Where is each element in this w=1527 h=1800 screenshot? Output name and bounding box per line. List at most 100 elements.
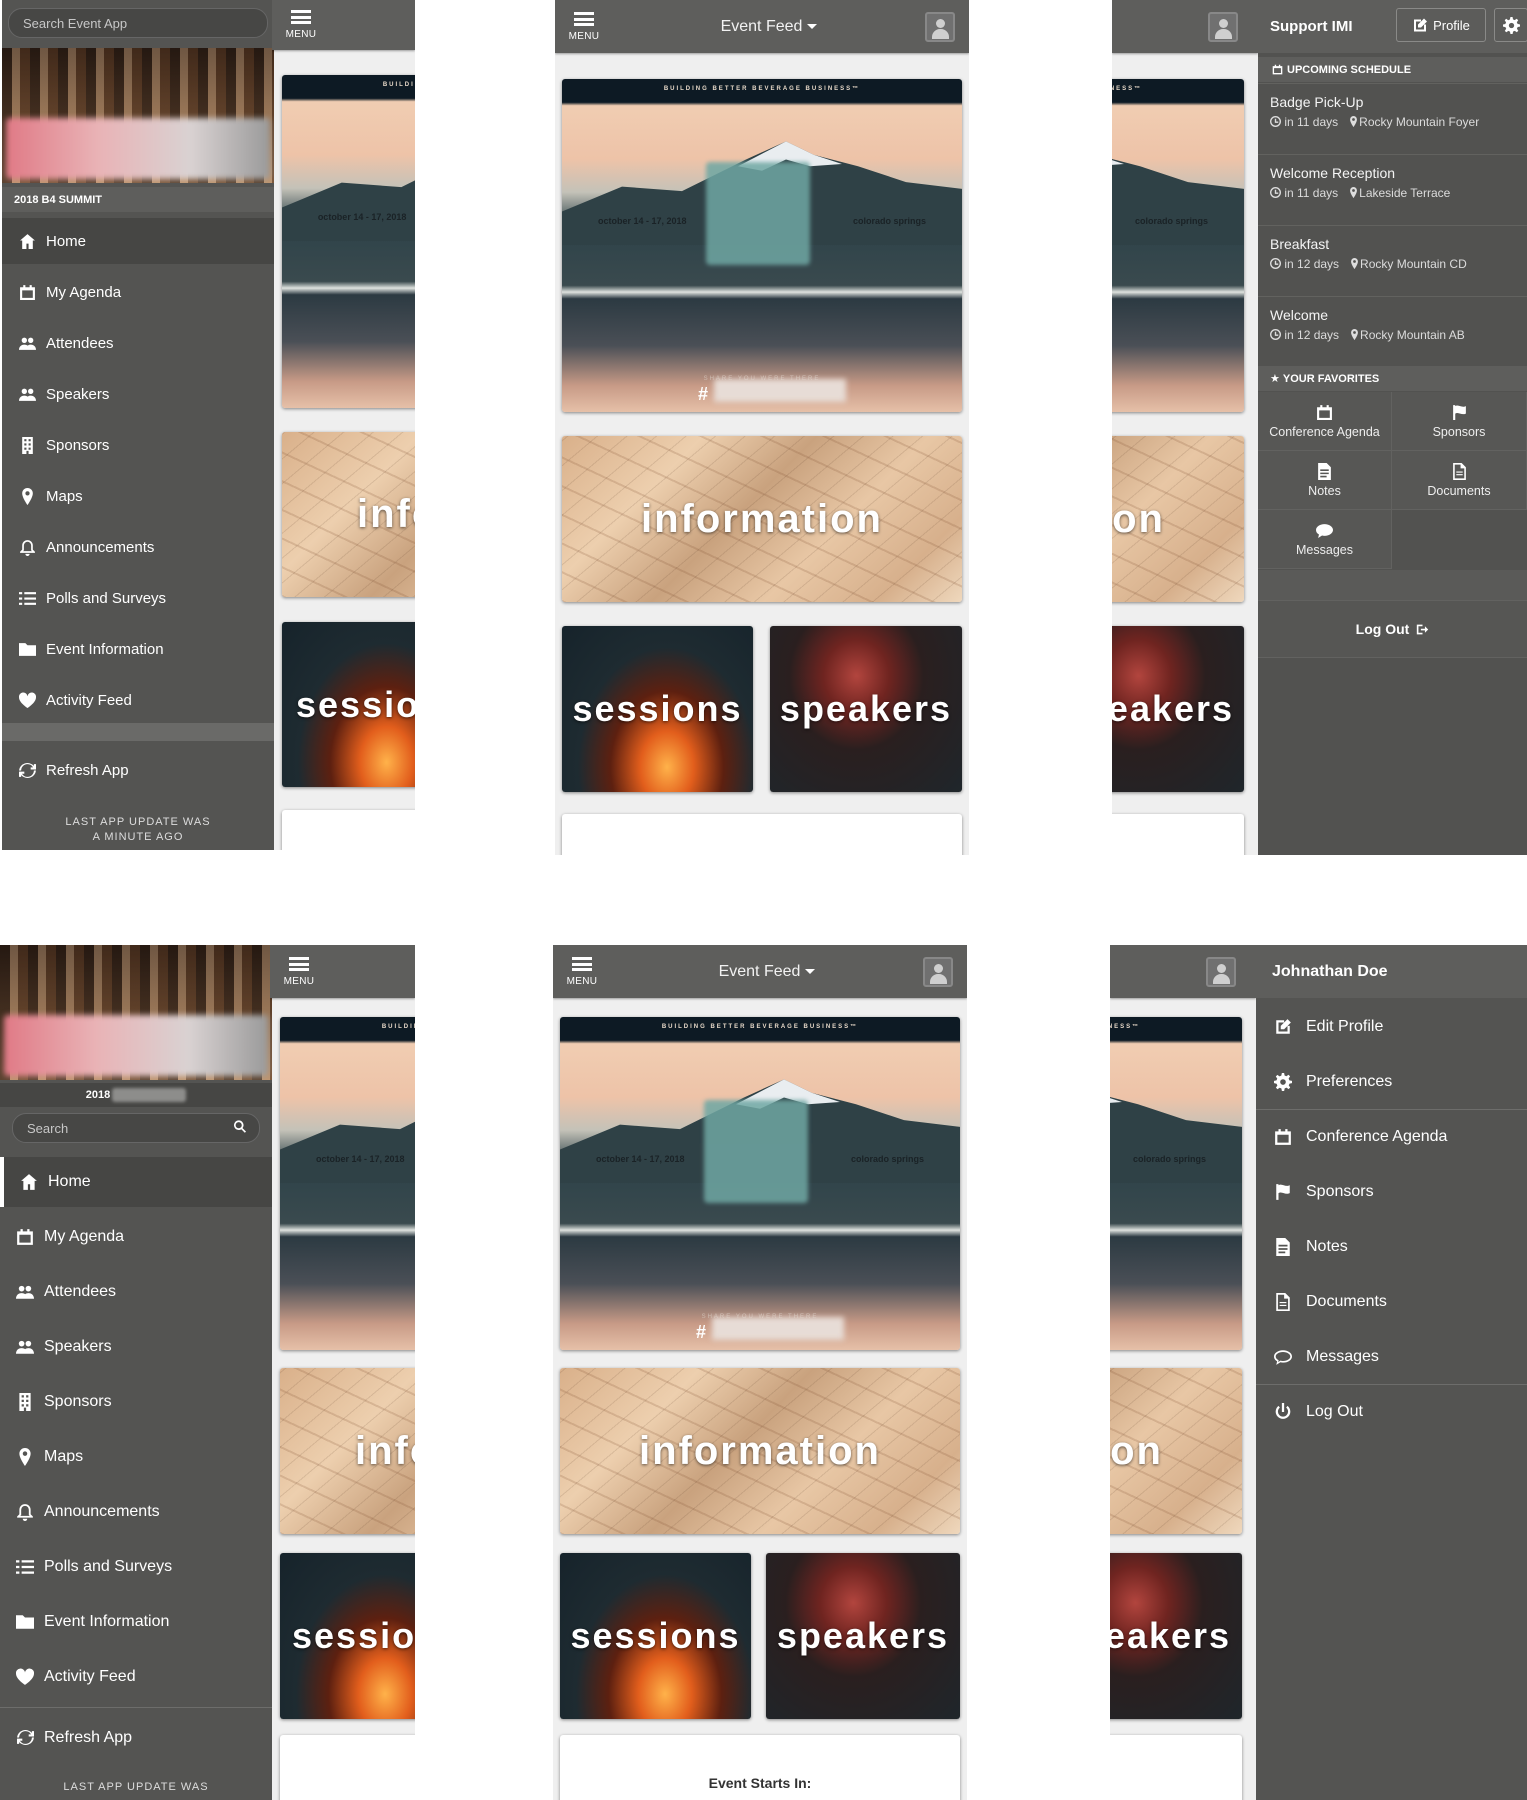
clock-icon	[1270, 186, 1281, 200]
profile-avatar[interactable]	[925, 11, 955, 42]
hero-card[interactable]: BUILDING BETTER BEVERAGE BUSINESS™ octobe…	[282, 75, 415, 408]
sessions-tile[interactable]: sessions	[280, 1553, 415, 1719]
schedule-location: Rocky Mountain CD	[1349, 257, 1467, 271]
menu-button[interactable]: MENU	[272, 0, 330, 50]
speakers-tile[interactable]: speakers	[1112, 626, 1244, 792]
sidebar-item-event-information[interactable]: Event Information	[0, 1597, 272, 1647]
account-item-notes[interactable]: Notes	[1256, 1219, 1527, 1274]
side-menu: 2018 Search Home My Agenda Attendees Speake…	[0, 945, 272, 1800]
sidebar-item-home[interactable]: Home	[0, 1157, 272, 1207]
favorite-documents[interactable]: Documents	[1392, 451, 1527, 510]
account-item-preferences[interactable]: Preferences	[1256, 1054, 1527, 1109]
favorite-sponsors[interactable]: Sponsors	[1392, 392, 1527, 451]
account-item-log-out[interactable]: Log Out	[1256, 1384, 1527, 1439]
sidebar-item-event-information[interactable]: Event Information	[2, 626, 274, 672]
note-icon	[1314, 462, 1336, 480]
information-tile[interactable]: information	[282, 432, 415, 597]
sidebar-item-attendees[interactable]: Attendees	[2, 320, 274, 366]
profile-avatar[interactable]	[1206, 956, 1236, 987]
search-input[interactable]: Search Event App	[8, 8, 268, 38]
account-item-edit-profile[interactable]: Edit Profile	[1256, 999, 1527, 1054]
users-icon	[14, 1283, 36, 1301]
account-item-conference-agenda[interactable]: Conference Agenda	[1256, 1109, 1527, 1164]
schedule-time: in 12 days	[1270, 328, 1339, 342]
speakers-tile[interactable]: speakers	[1110, 1553, 1242, 1719]
sidebar-item-activity-feed[interactable]: Activity Feed	[0, 1652, 272, 1702]
sidebar-item-home[interactable]: Home	[2, 218, 274, 264]
sidebar-item-my-agenda[interactable]: My Agenda	[2, 269, 274, 315]
profile-button[interactable]: Profile	[1396, 8, 1486, 42]
sessions-tile[interactable]: sessions	[282, 622, 415, 787]
hero-card[interactable]: BUILDING BETTER BEVERAGE BUSINESS™ octobe…	[280, 1017, 415, 1350]
gear-icon	[1500, 16, 1522, 34]
search-input[interactable]: Search	[12, 1113, 260, 1143]
sidebar-item-announcements[interactable]: Announcements	[2, 524, 274, 570]
hero-card[interactable]: BUILDING BETTER BEVERAGE BUSINESS™ octob…	[560, 1017, 960, 1350]
sidebar-item-announcements[interactable]: Announcements	[0, 1487, 272, 1537]
sidebar-item-speakers[interactable]: Speakers	[0, 1322, 272, 1372]
menu-button[interactable]: MENU	[270, 945, 328, 998]
schedule-item[interactable]: Badge Pick-Up in 11 days Rocky Mountain F…	[1258, 83, 1527, 154]
hero-card[interactable]: BUILDING BETTER BEVERAGE BUSINESS™ colora…	[1112, 79, 1244, 412]
clock-icon	[1270, 328, 1281, 342]
calendar-icon	[1270, 64, 1284, 75]
sidebar-item-activity-feed[interactable]: Activity Feed	[2, 677, 274, 723]
sidebar-item-polls-and-surveys[interactable]: Polls and Surveys	[2, 575, 274, 621]
sidebar-item-polls-and-surveys[interactable]: Polls and Surveys	[0, 1542, 272, 1592]
countdown-card	[1110, 1735, 1242, 1800]
profile-avatar[interactable]	[1208, 11, 1238, 42]
speakers-tile[interactable]: speakers	[766, 1553, 960, 1719]
information-tile[interactable]: information	[280, 1368, 415, 1534]
logout-button[interactable]: Log Out	[1258, 600, 1527, 658]
sidebar-item-speakers[interactable]: Speakers	[2, 371, 274, 417]
heart-icon	[16, 692, 38, 709]
user-name-header: Johnathan Doe	[1256, 945, 1527, 998]
refresh-app-item[interactable]: Refresh App	[2, 745, 274, 795]
sidebar-item-attendees[interactable]: Attendees	[0, 1267, 272, 1317]
sidebar-item-sponsors[interactable]: Sponsors	[0, 1377, 272, 1427]
sessions-tile[interactable]: sessions	[560, 1553, 751, 1719]
building-icon	[16, 436, 38, 454]
event-starts-label: Event Starts In:	[708, 1775, 812, 1791]
schedule-item[interactable]: Breakfast in 12 days Rocky Mountain CD	[1258, 225, 1527, 296]
star-icon: ★	[1270, 373, 1280, 385]
speakers-tile[interactable]: speakers	[770, 626, 962, 792]
settings-button[interactable]	[1494, 8, 1527, 42]
hero-card[interactable]: BUILDING BETTER BEVERAGE BUSINESS™ octob…	[562, 79, 962, 412]
users-icon	[16, 386, 38, 403]
account-item-sponsors[interactable]: Sponsors	[1256, 1164, 1527, 1219]
information-tile[interactable]: information	[1112, 436, 1244, 602]
event-feed-dropdown[interactable]: Event Feed	[611, 963, 923, 981]
top-navbar: MENU	[272, 0, 415, 50]
sidebar-item-sponsors[interactable]: Sponsors	[2, 422, 274, 468]
sidebar-item-my-agenda[interactable]: My Agenda	[0, 1212, 272, 1262]
hero-tagline: BUILDING BETTER BEVERAGE BUSINESS™	[1110, 1023, 1141, 1030]
schedule-item[interactable]: Welcome Reception in 11 days Lakeside Ter…	[1258, 154, 1527, 225]
information-tile[interactable]: information	[560, 1368, 960, 1534]
hero-card[interactable]: BUILDING BETTER BEVERAGE BUSINESS™ colora…	[1110, 1017, 1242, 1350]
account-item-documents[interactable]: Documents	[1256, 1274, 1527, 1329]
screen-top-right: BUILDING BETTER BEVERAGE BUSINESS™ colora…	[1112, 0, 1527, 855]
menu-button[interactable]: MENU	[553, 945, 611, 998]
account-item-messages[interactable]: Messages	[1256, 1329, 1527, 1384]
refresh-app-item[interactable]: Refresh App	[0, 1710, 272, 1765]
information-tile[interactable]: information	[1110, 1368, 1242, 1534]
event-feed-dropdown[interactable]: Event Feed	[613, 18, 925, 36]
favorite-conference-agenda[interactable]: Conference Agenda	[1258, 392, 1392, 451]
countdown-card: Event Starts In:	[560, 1735, 960, 1800]
information-tile[interactable]: information	[562, 436, 962, 602]
caret-down-icon	[805, 968, 816, 974]
menu-button[interactable]: MENU	[555, 0, 613, 53]
side-menu: Search Event App 2018 B4 SUMMIT Home My A…	[2, 0, 274, 850]
sidebar-item-maps[interactable]: Maps	[2, 473, 274, 519]
schedule-item[interactable]: Welcome in 12 days Rocky Mountain AB	[1258, 296, 1527, 367]
search-icon	[233, 1120, 247, 1137]
calendar-icon	[16, 284, 38, 301]
favorite-notes[interactable]: Notes	[1258, 451, 1392, 510]
map-marker-icon	[1348, 115, 1359, 129]
favorite-messages[interactable]: Messages	[1258, 510, 1392, 569]
sidebar-item-maps[interactable]: Maps	[0, 1432, 272, 1482]
sessions-tile[interactable]: sessions	[562, 626, 753, 792]
note-icon	[1272, 1237, 1294, 1256]
profile-avatar[interactable]	[923, 956, 953, 987]
